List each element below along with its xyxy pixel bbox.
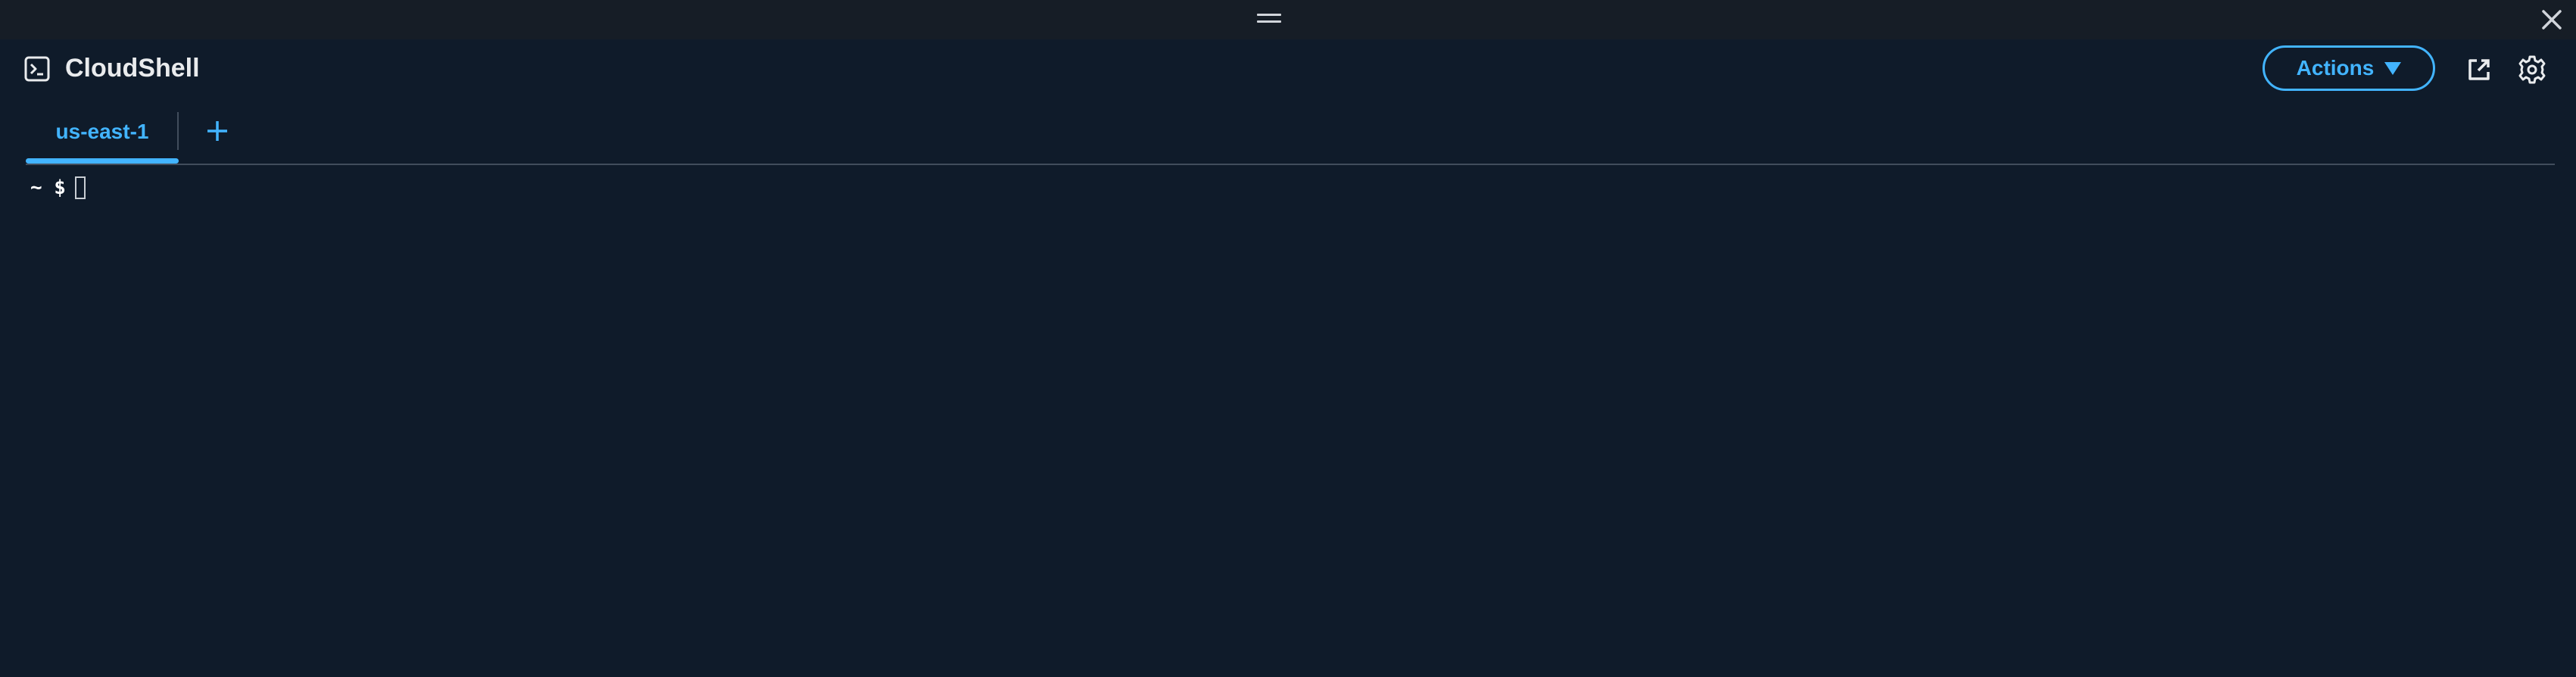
close-button[interactable] (2537, 5, 2567, 35)
tab-divider (177, 112, 179, 150)
prompt-line: ~ $ (30, 174, 86, 201)
gear-icon (2518, 55, 2546, 84)
caret-down-icon (2384, 61, 2402, 75)
settings-button[interactable] (2517, 55, 2547, 85)
terminal-icon (24, 56, 50, 82)
drag-handle-icon[interactable] (1257, 11, 1281, 27)
open-in-new-tab-button[interactable] (2464, 55, 2494, 85)
terminal-cursor (74, 176, 86, 199)
terminal-area[interactable]: ~ $ (0, 165, 2576, 677)
tab-us-east-1[interactable]: us-east-1 (26, 100, 179, 164)
tab-label: us-east-1 (55, 120, 149, 143)
actions-button-label: Actions (2296, 56, 2375, 80)
session-tabs: us-east-1 (26, 100, 2555, 165)
new-tab-button[interactable] (198, 112, 236, 150)
close-icon (2542, 10, 2562, 30)
shell-prompt: ~ $ (30, 176, 66, 199)
cloudshell-header: CloudShell Actions (0, 39, 2576, 100)
resize-bar (0, 0, 2576, 39)
page-title: CloudShell (65, 54, 200, 83)
external-link-icon (2468, 59, 2490, 80)
plus-icon (207, 121, 227, 141)
actions-button[interactable]: Actions (2263, 45, 2435, 91)
active-tab-indicator (26, 158, 179, 164)
